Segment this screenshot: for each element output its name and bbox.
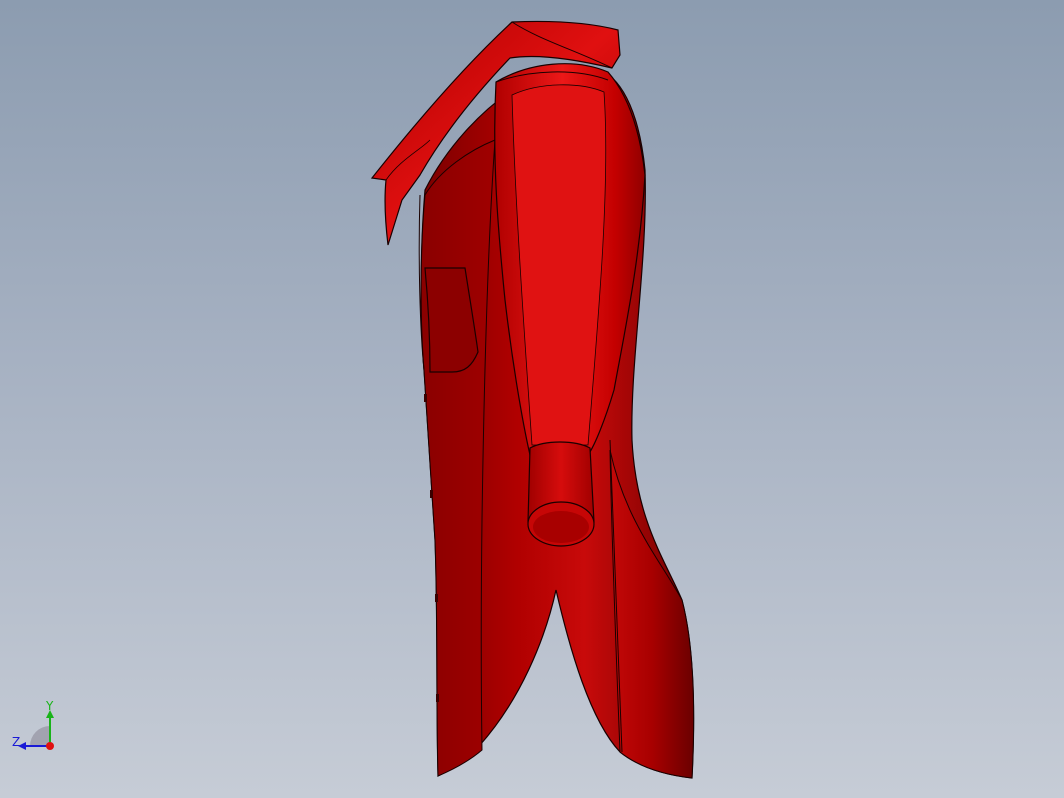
x-axis-dot — [46, 742, 54, 750]
view-orientation-triad: Y Z — [12, 700, 54, 750]
button — [436, 694, 439, 702]
y-axis-label: Y — [45, 700, 54, 713]
z-axis-label: Z — [12, 735, 20, 749]
button — [430, 490, 433, 498]
coat-tail-back — [609, 449, 695, 779]
triad-quadrant — [30, 726, 50, 746]
graphics-viewport[interactable]: Y Z — [0, 0, 1064, 798]
button — [424, 394, 427, 402]
coat-model[interactable] — [0, 0, 1064, 798]
button — [435, 594, 438, 602]
